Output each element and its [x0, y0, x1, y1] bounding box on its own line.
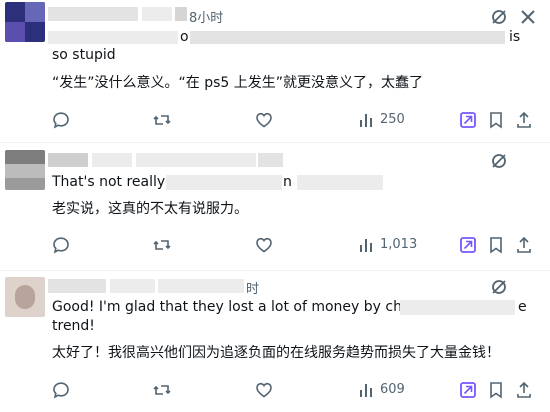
bookmark-icon[interactable]: [486, 380, 506, 400]
grok-icon[interactable]: [458, 235, 478, 255]
post-text-line: so stupid: [52, 47, 116, 63]
post-text-fragment: e: [518, 299, 527, 315]
blurred-username[interactable]: [48, 153, 88, 167]
more-options-icon[interactable]: [518, 7, 538, 27]
translation-text: “发生”没什么意义。“在 ps5 上发生”就更没意义了，太蠢了: [52, 75, 423, 91]
translate-icon[interactable]: [489, 277, 509, 297]
reply-icon[interactable]: [51, 110, 71, 130]
translation-text: 老实说，这真的不太有说服力。: [52, 201, 248, 217]
blurred-username[interactable]: [48, 7, 138, 21]
retweet-icon[interactable]: [152, 110, 172, 130]
views-icon[interactable]: [357, 380, 377, 400]
retweet-icon[interactable]: [152, 235, 172, 255]
reply-icon[interactable]: [51, 380, 71, 400]
post-text-fragment: Good! I'm glad that they lost a lot of m…: [52, 299, 440, 315]
reply-icon[interactable]: [51, 235, 71, 255]
post-time[interactable]: 时: [246, 278, 259, 297]
post-text-fragment: That's not really v: [52, 174, 178, 190]
translate-icon[interactable]: [489, 7, 509, 27]
post-text-fragment: n: [283, 174, 292, 190]
avatar[interactable]: [5, 150, 45, 190]
avatar[interactable]: [5, 2, 45, 42]
share-icon[interactable]: [514, 110, 534, 130]
like-icon[interactable]: [254, 235, 274, 255]
reply-post-2[interactable]: That's not really v n 老实说，这真的不太有说服力。 1,0…: [0, 142, 550, 271]
translate-icon[interactable]: [489, 151, 509, 171]
post-text-fragment: is: [509, 29, 521, 45]
views-icon[interactable]: [357, 235, 377, 255]
bookmark-icon[interactable]: [486, 110, 506, 130]
retweet-icon[interactable]: [152, 380, 172, 400]
translation-text: 太好了！我很高兴他们因为追逐负面的在线服务趋势而损失了大量金钱！: [52, 345, 500, 361]
bookmark-icon[interactable]: [486, 235, 506, 255]
views-count: 1,013: [380, 237, 418, 252]
grok-icon[interactable]: [458, 380, 478, 400]
post-text-line: trend!: [52, 318, 95, 334]
post-time[interactable]: 8小时: [189, 7, 223, 26]
like-icon[interactable]: [254, 110, 274, 130]
views-icon[interactable]: [357, 110, 377, 130]
blurred-username[interactable]: [48, 279, 106, 293]
views-count: 609: [380, 382, 405, 397]
like-icon[interactable]: [254, 380, 274, 400]
post-text-fragment: o: [180, 29, 189, 45]
share-icon[interactable]: [514, 380, 534, 400]
reply-post-1[interactable]: 8小时 o is so stupid “发生”没什么意义。“在 ps5 上发生”…: [0, 0, 550, 143]
grok-icon[interactable]: [458, 110, 478, 130]
avatar[interactable]: [5, 277, 45, 317]
reply-post-3[interactable]: 时 Good! I'm glad that they lost a lot of…: [0, 270, 550, 412]
share-icon[interactable]: [514, 235, 534, 255]
views-count: 250: [380, 112, 405, 127]
